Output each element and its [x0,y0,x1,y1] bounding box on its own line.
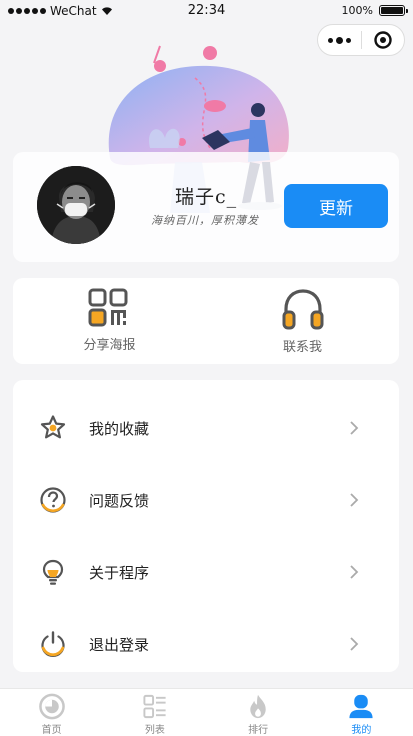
update-button[interactable]: 更新 [284,184,388,228]
chevron-right-icon [350,493,359,507]
question-icon [40,487,66,513]
menu-item-favorites[interactable]: 我的收藏 [13,403,399,453]
headphones-icon [282,289,323,330]
tab-bar: 首页 列表 排行 我的 [0,688,413,736]
share-poster-label: 分享海报 [83,338,136,353]
tab-label-mine: 我的 [351,725,372,736]
menu-card: 我的收藏 问题反馈 关于程序 退出登录 [13,380,399,672]
chevron-right-icon [350,421,359,435]
power-icon [41,631,65,657]
tab-label-ranking: 排行 [248,725,269,736]
tab-list[interactable]: 列表 [103,689,206,736]
more-menu-icon[interactable] [318,36,361,44]
miniprogram-capsule [317,24,405,56]
menu-label-about: 关于程序 [89,563,150,582]
lightbulb-icon [42,559,64,585]
profile-card: 瑞子c_ 海纳百川，厚积薄发 更新 [13,152,399,262]
tab-ranking[interactable]: 排行 [207,689,310,736]
menu-item-about[interactable]: 关于程序 [13,547,399,597]
menu-label-logout: 退出登录 [89,635,150,654]
star-icon [40,415,66,439]
battery-percent: 100% [341,4,373,17]
username: 瑞子c_ [175,186,238,208]
tab-label-list: 列表 [144,725,165,736]
share-poster-button[interactable]: 分享海报 [13,278,206,364]
menu-label-feedback: 问题反馈 [89,491,150,510]
status-right: 100% [341,4,408,17]
battery-icon [379,5,408,16]
contact-me-button[interactable]: 联系我 [206,278,399,364]
home-icon [38,693,65,720]
list-icon [143,694,166,719]
chevron-right-icon [350,637,359,651]
action-card: 分享海报 联系我 [13,278,399,364]
avatar-image [37,166,115,244]
menu-item-logout[interactable]: 退出登录 [13,619,399,669]
chevron-right-icon [350,565,359,579]
status-bar: WeChat 22:34 100% [0,0,413,22]
avatar[interactable] [37,166,115,244]
user-motto: 海纳百川，厚积薄发 [151,214,259,227]
tab-label-home: 首页 [41,725,62,736]
user-icon [349,694,373,719]
tab-mine[interactable]: 我的 [310,689,413,736]
flame-icon [250,694,266,719]
menu-label-favorites: 我的收藏 [89,419,150,438]
menu-item-feedback[interactable]: 问题反馈 [13,475,399,525]
tab-home[interactable]: 首页 [0,689,103,736]
contact-me-label: 联系我 [282,340,322,355]
close-miniprogram-icon[interactable] [362,30,405,50]
qrcode-icon [88,288,127,327]
